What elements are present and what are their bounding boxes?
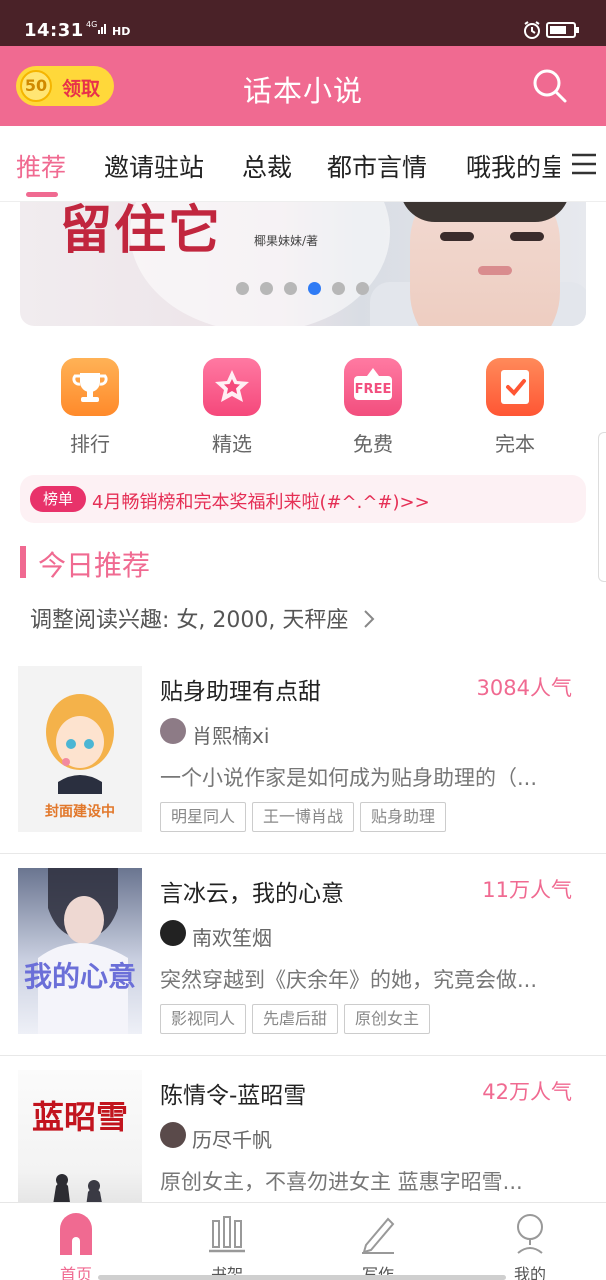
tab-urban-romance[interactable]: 都市言情: [327, 148, 427, 184]
book-description: 一个小说作家是如何成为贴身助理的（...: [160, 766, 538, 790]
book-tags: 明星同人 王一博肖战 贴身助理: [160, 802, 452, 832]
nav-profile[interactable]: 我的: [470, 1211, 590, 1280]
banner-title-art: 留住它: [60, 202, 223, 261]
book-author: 历尽千帆: [192, 1128, 272, 1152]
book-popularity: 42万人气: [482, 1080, 572, 1104]
tab-invite[interactable]: 邀请驻站: [104, 148, 204, 184]
book-tag[interactable]: 先虐后甜: [252, 1004, 339, 1034]
book-title: 陈情令-蓝昭雪: [160, 1083, 307, 1109]
reading-interest-text: 调整阅读兴趣: 女, 2000, 天秤座: [30, 608, 349, 633]
search-icon[interactable]: [530, 66, 570, 110]
status-bar: 14:31 4G HD: [0, 0, 606, 46]
nav-write[interactable]: 写作: [318, 1211, 438, 1280]
book-popularity: 11万人气: [482, 878, 572, 902]
signal-icon: 4G HD: [86, 19, 132, 40]
book-tag[interactable]: 明星同人: [160, 802, 247, 832]
check-book-icon: [486, 358, 544, 416]
book-cover: 我的心意: [18, 868, 142, 1034]
notice-tag: 榜单: [30, 486, 86, 512]
book-description: 突然穿越到《庆余年》的她，究竟会做...: [160, 968, 538, 992]
book-tags: 影视同人 先虐后甜 原创女主: [160, 1004, 436, 1034]
book-tag[interactable]: 原创女主: [344, 1004, 431, 1034]
banner-author: 椰果妹妹/著: [254, 234, 319, 248]
nav-home[interactable]: 首页: [16, 1211, 136, 1280]
author-avatar: [160, 920, 186, 946]
quick-link-label: 精选: [212, 432, 252, 456]
tab-recommend[interactable]: 推荐: [16, 148, 66, 184]
pen-icon: [318, 1211, 438, 1257]
book-item[interactable]: 我的心意 言冰云，我的心意 11万人气 南欢笙烟 突然穿越到《庆余年》的她，究竟…: [0, 854, 606, 1056]
star-icon: [203, 358, 261, 416]
book-author: 南欢笙烟: [192, 926, 272, 950]
carousel-dot[interactable]: [332, 282, 345, 295]
book-item[interactable]: 封面建设中 贴身助理有点甜 3084人气 肖熙楠xi 一个小说作家是如何成为贴身…: [0, 652, 606, 854]
book-title: 言冰云，我的心意: [160, 881, 344, 907]
trophy-icon: [61, 358, 119, 416]
svg-text:FREE: FREE: [355, 382, 392, 397]
alarm-icon: [522, 20, 542, 44]
bottom-navigation: 首页 书架 写作 我的: [0, 1202, 606, 1280]
tab-ceo[interactable]: 总裁: [242, 148, 292, 184]
book-popularity: 3084人气: [476, 676, 572, 700]
nav-bookshelf[interactable]: 书架: [167, 1211, 287, 1280]
section-title: 今日推荐: [38, 549, 151, 582]
battery-icon: [546, 22, 579, 38]
banner-figure-eye: [510, 232, 544, 241]
svg-text:4G: 4G: [86, 20, 97, 29]
profile-icon: [470, 1211, 590, 1257]
section-accent-bar: [20, 546, 26, 578]
carousel-dot[interactable]: [260, 282, 273, 295]
banner-figure-hair: [400, 202, 570, 222]
book-cover: 封面建设中: [18, 666, 142, 832]
book-tag[interactable]: 贴身助理: [360, 802, 447, 832]
home-icon: [16, 1211, 136, 1257]
quick-link-free[interactable]: FREE 免费: [303, 358, 443, 457]
book-author: 肖熙楠xi: [192, 724, 270, 748]
quick-link-completed[interactable]: 完本: [445, 358, 585, 457]
status-time: 14:31: [24, 20, 84, 41]
quick-link-featured[interactable]: 精选: [162, 358, 302, 457]
bookshelf-icon: [167, 1211, 287, 1257]
featured-banner[interactable]: 留住它 椰果妹妹/著: [20, 202, 586, 326]
cover-title-text: 蓝昭雪: [32, 1098, 128, 1136]
banner-figure-eye: [440, 232, 474, 241]
book-tag[interactable]: 王一博肖战: [252, 802, 355, 832]
chevron-right-icon: [355, 608, 377, 633]
app-title: 话本小说: [242, 74, 363, 108]
carousel-dot[interactable]: [284, 282, 297, 295]
svg-text:HD: HD: [112, 25, 130, 37]
tab-oh-my-emperor[interactable]: 哦我的皇: [466, 148, 566, 184]
free-tag-icon: FREE: [344, 358, 402, 416]
home-indicator[interactable]: [98, 1275, 506, 1280]
banner-figure-lips: [478, 266, 512, 275]
cover-title-text: 我的心意: [24, 960, 136, 993]
cover-placeholder-text: 封面建设中: [45, 803, 115, 820]
ranking-notice[interactable]: 榜单 4月畅销榜和完本奖福利来啦(#^.^#)>>: [20, 475, 586, 523]
author-avatar: [160, 1122, 186, 1148]
carousel-dot-active[interactable]: [308, 282, 321, 295]
quick-link-ranking[interactable]: 排行: [20, 358, 160, 457]
app-header: 50 领取 话本小说: [0, 46, 606, 126]
category-tabs: 推荐 邀请驻站 总裁 都市言情 哦我的皇: [0, 126, 606, 202]
quick-link-label: 完本: [495, 432, 535, 456]
quick-link-label: 排行: [70, 432, 110, 456]
active-tab-indicator: [26, 192, 58, 197]
reading-interest-link[interactable]: 调整阅读兴趣: 女, 2000, 天秤座: [30, 602, 377, 634]
notice-message: 4月畅销榜和完本奖福利来啦(#^.^#)>>: [92, 492, 430, 513]
carousel-dot[interactable]: [236, 282, 249, 295]
side-edge-handle[interactable]: [598, 432, 606, 582]
author-avatar: [160, 718, 186, 744]
book-description: 原创女主，不喜勿进女主 蓝惠字昭雪...: [160, 1170, 523, 1194]
book-tag[interactable]: 影视同人: [160, 1004, 247, 1034]
menu-icon[interactable]: [570, 152, 598, 180]
carousel-dot[interactable]: [356, 282, 369, 295]
book-title: 贴身助理有点甜: [160, 679, 321, 705]
quick-link-label: 免费: [353, 432, 393, 456]
